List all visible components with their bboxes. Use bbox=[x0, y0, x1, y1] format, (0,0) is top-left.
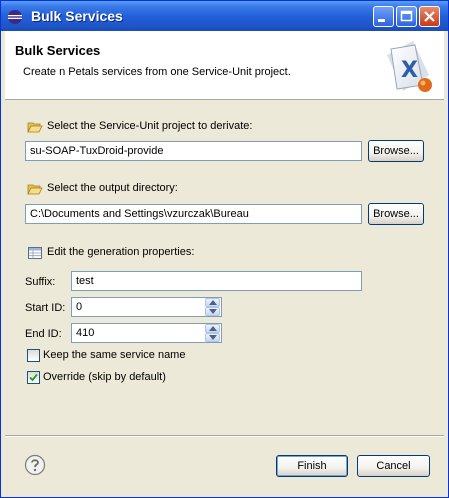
footer-separator bbox=[5, 435, 444, 437]
output-directory-field[interactable]: C:\Documents and Settings\vzurczak\Burea… bbox=[25, 204, 362, 224]
close-icon bbox=[424, 11, 435, 22]
start-id-spinner[interactable]: 0 bbox=[71, 297, 222, 317]
keep-service-name-checkbox[interactable]: Keep the same service name bbox=[27, 348, 227, 364]
xml-wizard-icon: X bbox=[387, 41, 432, 92]
spin-up-icon bbox=[209, 300, 217, 305]
start-id-decrement[interactable] bbox=[205, 307, 220, 316]
minimize-button[interactable] bbox=[373, 6, 394, 27]
override-checkbox[interactable]: Override (skip by default) bbox=[27, 370, 227, 386]
header-title: Bulk Services bbox=[15, 43, 101, 58]
spin-up-icon bbox=[209, 326, 217, 331]
minimize-icon bbox=[378, 19, 385, 22]
maximize-button[interactable] bbox=[396, 6, 417, 27]
table-icon bbox=[28, 247, 42, 259]
dialog-client-area: Bulk Services Create n Petals services f… bbox=[5, 31, 444, 495]
folder-open-icon bbox=[27, 184, 43, 195]
title-bar[interactable]: Bulk Services bbox=[1, 1, 448, 31]
project-field[interactable]: su-SOAP-TuxDroid-provide bbox=[25, 141, 362, 161]
project-label-text: Select the Service-Unit project to deriv… bbox=[47, 120, 253, 132]
project-section-label: Select the Service-Unit project to deriv… bbox=[27, 119, 347, 135]
properties-section-label: Edit the generation properties: bbox=[27, 245, 347, 261]
override-checkbox-label[interactable]: Override (skip by default) bbox=[43, 371, 166, 383]
wizard-header: Bulk Services Create n Petals services f… bbox=[5, 31, 444, 100]
browse-project-button[interactable]: Browse... bbox=[368, 140, 424, 162]
start-id-increment[interactable] bbox=[205, 298, 220, 307]
bulk-services-dialog: Bulk Services Bulk Services Create n Pet… bbox=[0, 0, 449, 498]
output-label-text: Select the output directory: bbox=[47, 182, 178, 194]
header-description: Create n Petals services from one Servic… bbox=[23, 66, 291, 78]
end-id-field[interactable]: 410 bbox=[71, 323, 222, 343]
output-section-label: Select the output directory: bbox=[27, 181, 347, 197]
properties-label-text: Edit the generation properties: bbox=[47, 246, 195, 258]
end-id-decrement[interactable] bbox=[205, 333, 220, 342]
end-id-spinner[interactable]: 410 bbox=[71, 323, 222, 343]
spin-down-icon bbox=[209, 309, 217, 314]
folder-open-icon bbox=[27, 122, 43, 133]
suffix-label: Suffix: bbox=[25, 276, 56, 288]
suffix-field[interactable]: test bbox=[71, 271, 362, 291]
checkmark-icon bbox=[29, 373, 38, 382]
start-id-field[interactable]: 0 bbox=[71, 297, 222, 317]
finish-button[interactable]: Finish bbox=[276, 455, 348, 477]
svg-text:X: X bbox=[401, 58, 418, 83]
window-title: Bulk Services bbox=[31, 8, 123, 24]
cancel-button[interactable]: Cancel bbox=[357, 455, 430, 477]
close-button[interactable] bbox=[419, 6, 440, 27]
help-icon[interactable] bbox=[24, 454, 46, 476]
spin-down-icon bbox=[209, 335, 217, 340]
keep-name-checkbox-box[interactable] bbox=[27, 349, 40, 362]
maximize-icon bbox=[400, 10, 413, 22]
keep-name-checkbox-label[interactable]: Keep the same service name bbox=[43, 349, 185, 361]
end-id-label: End ID: bbox=[25, 328, 62, 340]
override-checkbox-box[interactable] bbox=[27, 371, 40, 384]
browse-output-button[interactable]: Browse... bbox=[368, 203, 424, 225]
end-id-increment[interactable] bbox=[205, 324, 220, 333]
eclipse-app-icon bbox=[8, 10, 23, 24]
start-id-label: Start ID: bbox=[25, 302, 66, 314]
